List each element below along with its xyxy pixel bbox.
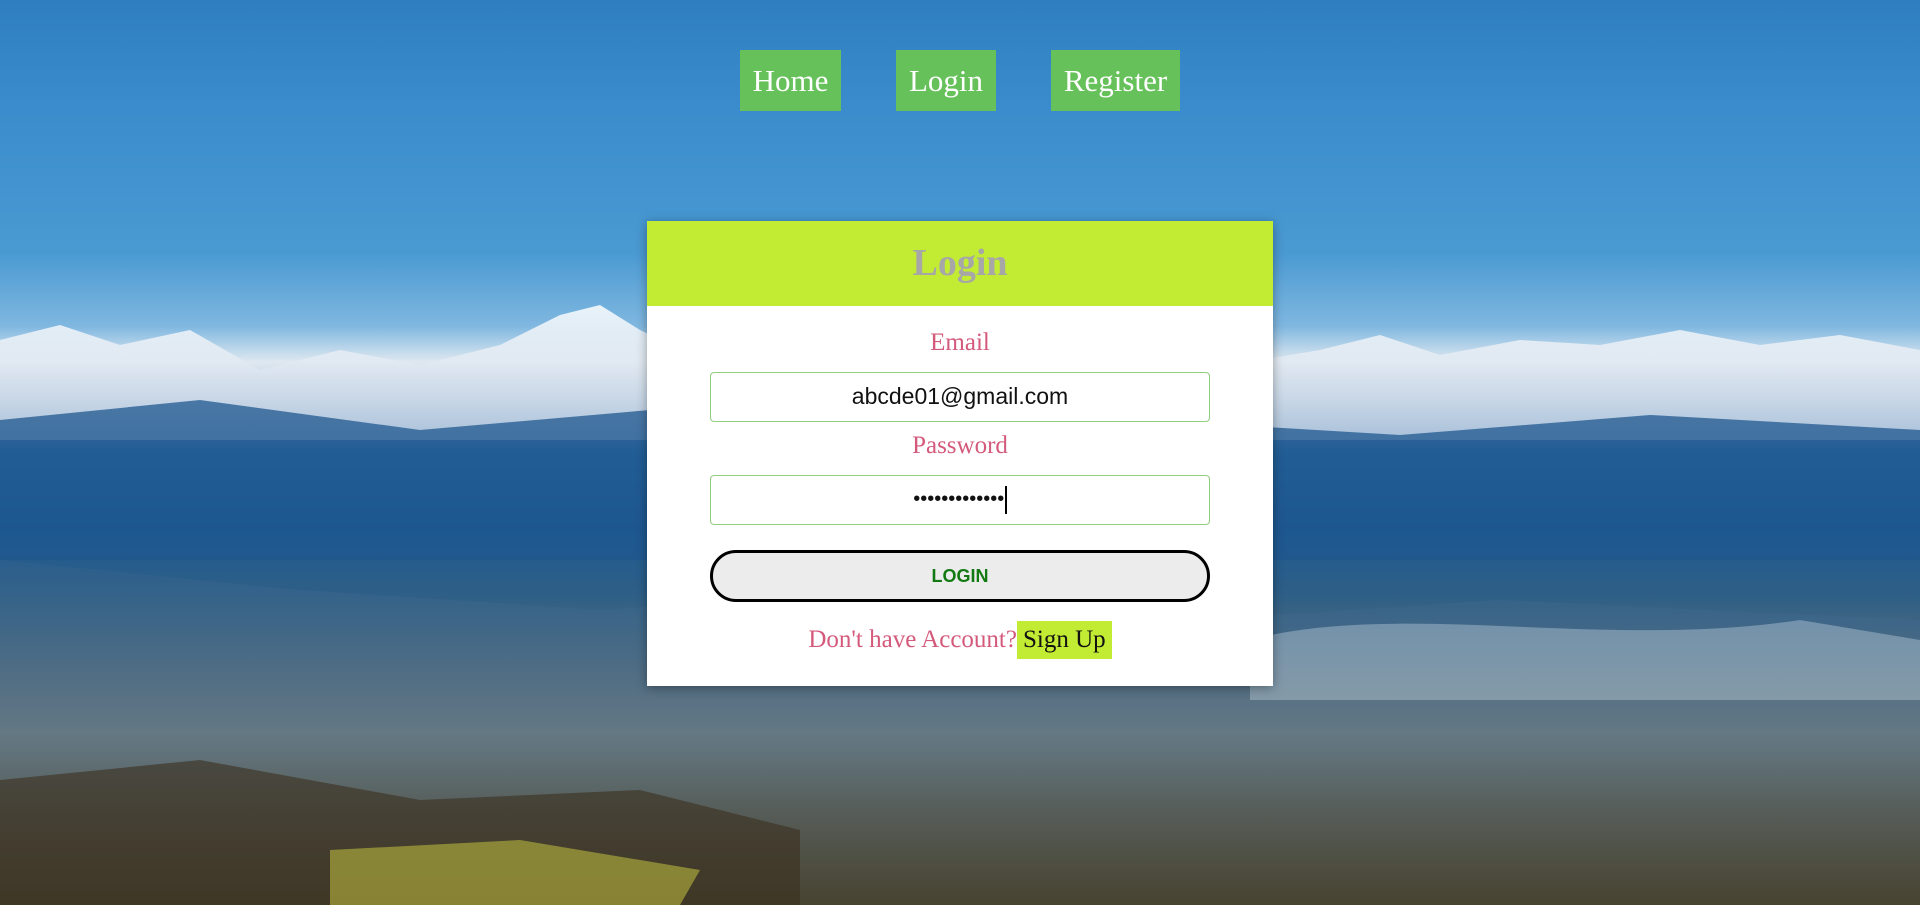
signup-row: Don't have Account? Sign Up <box>647 621 1273 659</box>
signup-button[interactable]: Sign Up <box>1016 621 1112 659</box>
email-label: Email <box>930 329 990 356</box>
login-card-title: Login <box>647 221 1273 306</box>
signup-prompt: Don't have Account? <box>808 626 1017 653</box>
login-card: Login Email abcde01@gmail.com Password •… <box>647 221 1273 686</box>
nav-login-button[interactable]: Login <box>896 50 996 111</box>
text-cursor <box>1005 485 1007 514</box>
nav-register-button[interactable]: Register <box>1051 50 1180 111</box>
password-field-value: ••••••••••••• <box>913 488 1005 510</box>
password-field[interactable]: ••••••••••••• <box>710 475 1210 525</box>
top-navigation: Home Login Register <box>0 50 1920 111</box>
email-field-value: abcde01@gmail.com <box>851 383 1069 409</box>
password-label: Password <box>912 432 1008 459</box>
nav-home-button[interactable]: Home <box>740 50 841 111</box>
email-field[interactable]: abcde01@gmail.com <box>710 372 1210 422</box>
login-button[interactable]: LOGIN <box>710 550 1210 602</box>
